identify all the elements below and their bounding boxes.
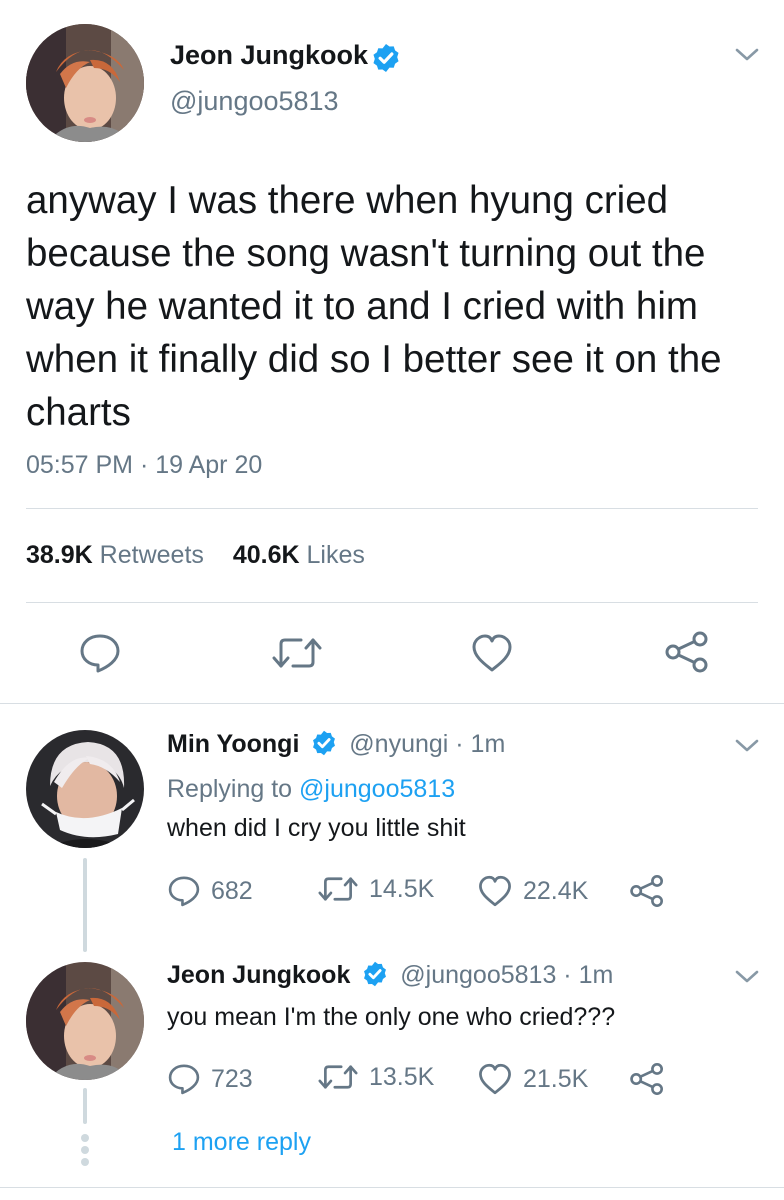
thread-dots xyxy=(81,1134,89,1166)
retweet-count: 13.5K xyxy=(369,1062,435,1091)
more-replies-link[interactable]: 1 more reply xyxy=(172,1128,311,1157)
replying-to: Replying to @jungoo5813 xyxy=(167,775,455,804)
tweet-timestamp: 05:57 PM · 19 Apr 20 xyxy=(26,451,263,479)
reply-icon xyxy=(168,1064,200,1095)
reply-icon[interactable] xyxy=(78,632,122,674)
avatar-image xyxy=(26,730,144,848)
chevron-down-icon[interactable] xyxy=(734,46,760,64)
section-divider xyxy=(0,1187,784,1188)
share-action[interactable] xyxy=(629,1062,665,1096)
avatar-image xyxy=(26,24,144,142)
retweets-count: 38.9K xyxy=(26,541,93,569)
share-action[interactable] xyxy=(629,874,665,908)
retweets-stat[interactable]: 38.9K Retweets xyxy=(26,541,211,569)
like-heart-icon xyxy=(479,875,511,907)
author-handle[interactable]: @jungoo5813 xyxy=(170,86,339,117)
retweet-icon xyxy=(318,877,358,901)
reply-action-bar: 723 13.5K 21.5K xyxy=(167,1062,687,1100)
divider xyxy=(26,508,758,509)
author-name[interactable]: Jeon Jungkook xyxy=(170,40,368,71)
divider xyxy=(26,602,758,603)
retweet-action[interactable]: 13.5K xyxy=(317,1062,434,1092)
like-count: 22.4K xyxy=(523,876,589,905)
reply-text: you mean I'm the only one who cried??? xyxy=(167,1003,616,1031)
reply-action-bar: 682 14.5K 22.4K xyxy=(167,874,687,912)
reply-text: when did I cry you little shit xyxy=(167,814,466,842)
avatar[interactable] xyxy=(26,24,144,142)
tweet-text: anyway I was there when hyung cried beca… xyxy=(26,179,722,434)
reply-count: 723 xyxy=(211,1064,253,1093)
avatar[interactable] xyxy=(26,962,144,1080)
handle-and-time[interactable]: @jungoo5813 · 1m xyxy=(400,961,613,989)
reply-count: 682 xyxy=(211,876,253,905)
verified-badge-icon xyxy=(373,44,399,72)
retweet-count: 14.5K xyxy=(369,874,435,903)
retweet-icon[interactable] xyxy=(271,634,323,672)
share-icon[interactable] xyxy=(664,630,710,674)
retweet-action[interactable]: 14.5K xyxy=(317,874,434,904)
avatar-image xyxy=(26,962,144,1080)
retweets-label: Retweets xyxy=(99,541,204,569)
section-divider xyxy=(0,703,784,704)
chevron-down-icon[interactable] xyxy=(734,968,760,986)
engagement-stats: 38.9K Retweets 40.6K Likes xyxy=(26,541,365,570)
like-count: 21.5K xyxy=(523,1064,589,1093)
reply-header: Jeon Jungkook @jungoo5813 · 1m xyxy=(167,961,613,990)
like-action[interactable]: 21.5K xyxy=(477,1062,588,1096)
like-heart-icon xyxy=(479,1063,511,1095)
likes-stat[interactable]: 40.6K Likes xyxy=(233,541,365,569)
share-icon xyxy=(630,1063,663,1095)
replying-to-label: Replying to xyxy=(167,775,293,803)
replying-to-handle-link[interactable]: @jungoo5813 xyxy=(299,775,455,803)
chevron-down-icon[interactable] xyxy=(734,737,760,755)
author-name[interactable]: Min Yoongi xyxy=(167,730,299,758)
thread-line xyxy=(83,1088,87,1124)
reply-icon xyxy=(168,876,200,907)
thread-line xyxy=(83,858,87,952)
verified-badge-icon xyxy=(313,731,336,756)
retweet-icon xyxy=(318,1065,358,1089)
verified-badge-icon xyxy=(364,962,387,987)
author-name[interactable]: Jeon Jungkook xyxy=(167,961,350,989)
reply-action[interactable]: 723 xyxy=(167,1062,253,1096)
reply-header: Min Yoongi @nyungi · 1m xyxy=(167,730,505,759)
likes-count: 40.6K xyxy=(232,541,300,569)
handle-and-time[interactable]: @nyungi · 1m xyxy=(349,730,505,758)
reply-action[interactable]: 682 xyxy=(167,874,253,908)
like-action[interactable]: 22.4K xyxy=(477,874,588,908)
avatar[interactable] xyxy=(26,730,144,848)
share-icon xyxy=(630,875,663,907)
like-heart-icon[interactable] xyxy=(470,632,514,674)
likes-label: Likes xyxy=(306,541,365,569)
